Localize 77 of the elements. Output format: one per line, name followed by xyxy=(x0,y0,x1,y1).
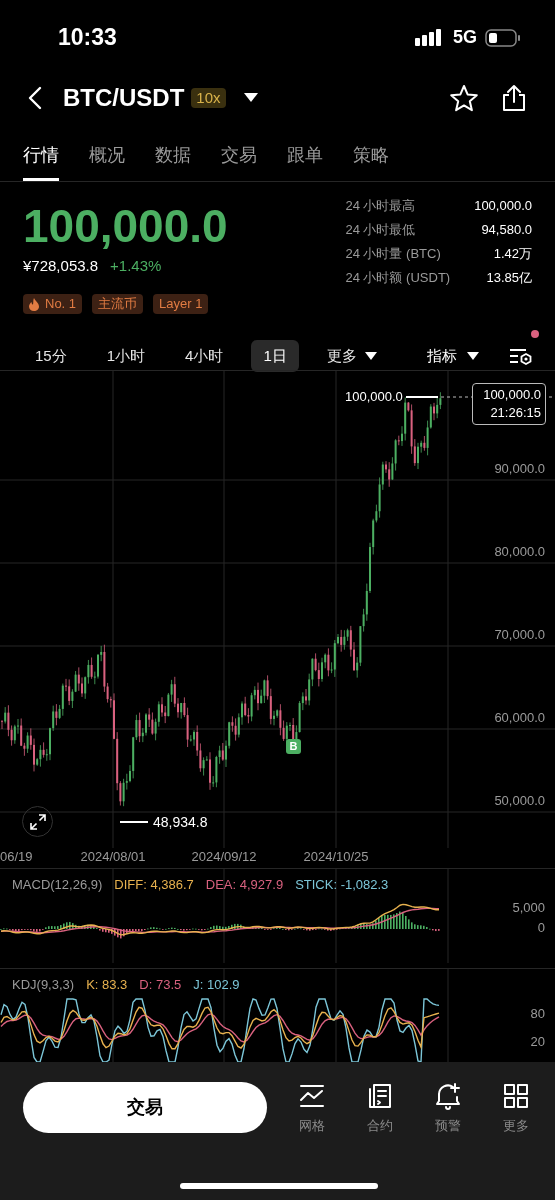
interval-tab[interactable]: 15分 xyxy=(23,340,79,372)
dropdown-caret-icon[interactable] xyxy=(243,93,258,102)
tab[interactable]: 跟单 xyxy=(287,143,323,181)
interval-tab[interactable]: 1日 xyxy=(251,340,299,372)
last-price-label: 100,000.0 xyxy=(483,386,541,404)
stat-label: 24 小时额 (USDT) xyxy=(345,269,451,287)
indicator-reading: STICK: -1,082.3 xyxy=(295,877,389,893)
chart-settings-icon[interactable] xyxy=(509,346,533,366)
dropdown-caret-icon xyxy=(364,352,377,360)
last-price: 100,000.0 xyxy=(23,200,228,252)
date-label: 06/19 xyxy=(0,849,33,865)
interval-tab[interactable]: 1小时 xyxy=(94,340,158,372)
indicator-title: MACD(12,26,9) xyxy=(12,877,103,893)
indicator-reading: D: 73.5 xyxy=(139,977,182,993)
stat-value: 100,000.0 xyxy=(474,197,532,215)
leverage-badge: 10x xyxy=(191,87,226,108)
indicator-reading: K: 83.3 xyxy=(86,977,128,993)
expand-icon xyxy=(29,813,46,830)
indicator-axis-label: 5,000 xyxy=(512,900,545,916)
leader-line xyxy=(120,821,148,823)
stat-value: 94,580.0 xyxy=(480,221,532,239)
flame-icon xyxy=(29,297,39,311)
tag-label: No. 1 xyxy=(45,295,77,314)
star-icon[interactable] xyxy=(449,83,479,112)
indicator-title: KDJ(9,3,3) xyxy=(12,977,75,993)
countdown-timer: 21:26:15 xyxy=(490,404,541,422)
back-icon[interactable] xyxy=(28,85,42,110)
pair-title: BTC/USDT xyxy=(63,82,185,113)
price-axis-label: 90,000.0 xyxy=(494,461,545,477)
trade-button[interactable]: 交易 xyxy=(23,1082,267,1133)
tab[interactable]: 行情 xyxy=(23,143,59,181)
interval-tab[interactable]: 4小时 xyxy=(173,340,236,372)
battery-icon xyxy=(485,28,521,47)
cny-price: ¥728,053.8 xyxy=(23,256,99,276)
tab[interactable]: 交易 xyxy=(221,143,257,181)
grid-chart-icon xyxy=(298,1082,326,1110)
high-price-label: 100,000.0 xyxy=(345,389,403,405)
price-change: +1.43% xyxy=(110,256,162,276)
toolbar-action[interactable]: 网格 xyxy=(278,1082,346,1136)
stat-label: 24 小时最低 xyxy=(345,221,417,239)
buy-marker: B xyxy=(286,739,301,754)
price-axis-label: 50,000.0 xyxy=(494,793,545,809)
toolbar-action[interactable]: 合约 xyxy=(346,1082,414,1136)
indicator-menu[interactable]: 指标 xyxy=(427,344,479,368)
date-label: 2024/08/01 xyxy=(80,849,146,865)
bell-plus-icon xyxy=(434,1082,462,1110)
date-label: 2024/09/12 xyxy=(191,849,257,865)
four-squares-icon xyxy=(502,1082,530,1110)
stat-label: 24 小时最高 xyxy=(345,197,417,215)
price-axis-label: 80,000.0 xyxy=(494,544,545,560)
indicator-axis-label: 20 xyxy=(530,1034,545,1050)
price-axis-label: 70,000.0 xyxy=(494,627,545,643)
category-tag: Layer 1 xyxy=(153,294,209,314)
indicator-reading: DIFF: 4,386.7 xyxy=(114,877,194,893)
document-icon xyxy=(366,1082,394,1110)
network-label: 5G xyxy=(453,26,477,49)
indicator-reading: DEA: 4,927.9 xyxy=(205,877,284,893)
dropdown-caret-icon xyxy=(467,352,479,360)
date-label: 2024/10/25 xyxy=(303,849,369,865)
toolbar-action[interactable]: 更多 xyxy=(482,1082,550,1136)
toolbar-action[interactable]: 预警 xyxy=(414,1082,482,1136)
tab[interactable]: 概况 xyxy=(89,143,125,181)
low-price-label: 48,934.8 xyxy=(153,813,208,831)
more-menu[interactable]: 更多 xyxy=(314,340,389,372)
leader-line xyxy=(405,396,438,398)
tab[interactable]: 策略 xyxy=(353,143,389,181)
indicator-reading: J: 102.9 xyxy=(193,977,240,993)
price-axis-label: 60,000.0 xyxy=(494,710,545,726)
indicator-axis-label: 80 xyxy=(530,1006,545,1022)
stat-value: 13.85亿 xyxy=(485,269,532,287)
tab[interactable]: 数据 xyxy=(155,143,191,181)
clock-time: 10:33 xyxy=(58,23,117,53)
stat-value: 1.42万 xyxy=(492,245,532,263)
indicator-axis-label: 0 xyxy=(537,920,545,936)
stat-label: 24 小时量 (BTC) xyxy=(345,245,442,263)
share-icon[interactable] xyxy=(501,83,527,112)
category-tag: 主流币 xyxy=(92,294,144,314)
